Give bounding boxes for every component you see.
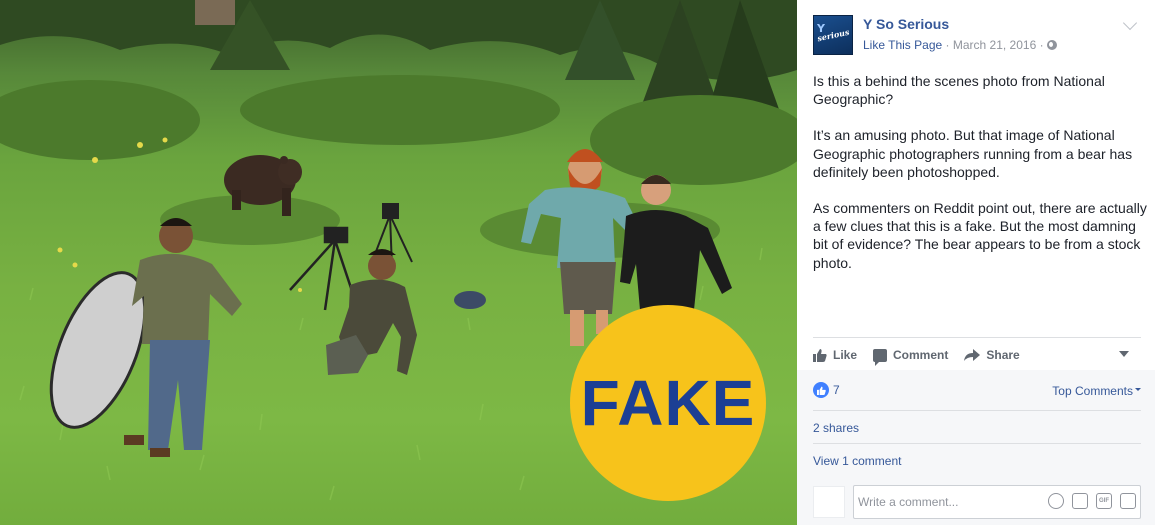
page-avatar[interactable]: Y serious xyxy=(813,15,853,55)
like-reaction-icon xyxy=(813,382,829,398)
thumbs-up-icon xyxy=(813,349,827,362)
post-paragraph: It’s an amusing photo. But that image of… xyxy=(813,127,1133,180)
camera-icon[interactable] xyxy=(1072,493,1088,509)
top-comments-dropdown[interactable]: Top Comments xyxy=(1052,384,1141,398)
share-icon xyxy=(964,349,981,361)
post-meta: Like This Page · March 21, 2016 · xyxy=(863,38,1057,52)
post-text: Is this a behind the scenes photo from N… xyxy=(813,72,1149,290)
post-panel: Y serious Y So Serious Like This Page · … xyxy=(797,0,1155,525)
camera-bag xyxy=(454,291,486,309)
fake-badge: FAKE xyxy=(570,305,766,501)
caret-down-icon[interactable] xyxy=(1119,351,1129,357)
sticker-icon[interactable] xyxy=(1120,493,1136,509)
fake-label: FAKE xyxy=(580,367,756,439)
comment-icon xyxy=(873,348,888,366)
globe-icon[interactable] xyxy=(1046,40,1057,50)
like-count: 7 xyxy=(833,383,840,397)
person-crouching xyxy=(326,249,417,375)
composer-icons: GIF xyxy=(1040,493,1136,509)
like-button[interactable]: Like xyxy=(813,348,857,362)
avatar xyxy=(813,486,845,518)
reaction-summary[interactable]: 7 xyxy=(813,382,840,398)
chevron-down-icon[interactable] xyxy=(1122,15,1138,31)
post-paragraph: As commenters on Reddit point out, there… xyxy=(813,200,1147,271)
view-comments-link[interactable]: View 1 comment xyxy=(813,454,901,468)
like-page-link[interactable]: Like This Page xyxy=(863,38,942,52)
post-date[interactable]: March 21, 2016 xyxy=(953,38,1036,52)
page-name-link[interactable]: Y So Serious xyxy=(863,16,949,32)
post-paragraph: Is this a behind the scenes photo from N… xyxy=(813,73,1105,108)
comment-button[interactable]: Comment xyxy=(873,348,948,366)
divider xyxy=(813,410,1141,411)
share-button[interactable]: Share xyxy=(964,348,1020,362)
divider xyxy=(813,443,1141,444)
feedback-section: 7 Top Comments 2 shares View 1 comment G… xyxy=(797,370,1155,525)
comment-input[interactable] xyxy=(854,486,1034,518)
action-bar: Like Comment Share xyxy=(813,345,1141,366)
comment-composer[interactable]: GIF xyxy=(853,485,1141,519)
shares-link[interactable]: 2 shares xyxy=(813,421,859,435)
gif-icon[interactable]: GIF xyxy=(1096,493,1112,509)
person-black-shirt xyxy=(620,175,732,310)
caret-down-icon xyxy=(1135,388,1141,391)
emoji-icon[interactable] xyxy=(1048,493,1064,509)
divider xyxy=(813,337,1141,338)
post-photo[interactable]: FAKE xyxy=(0,0,797,525)
